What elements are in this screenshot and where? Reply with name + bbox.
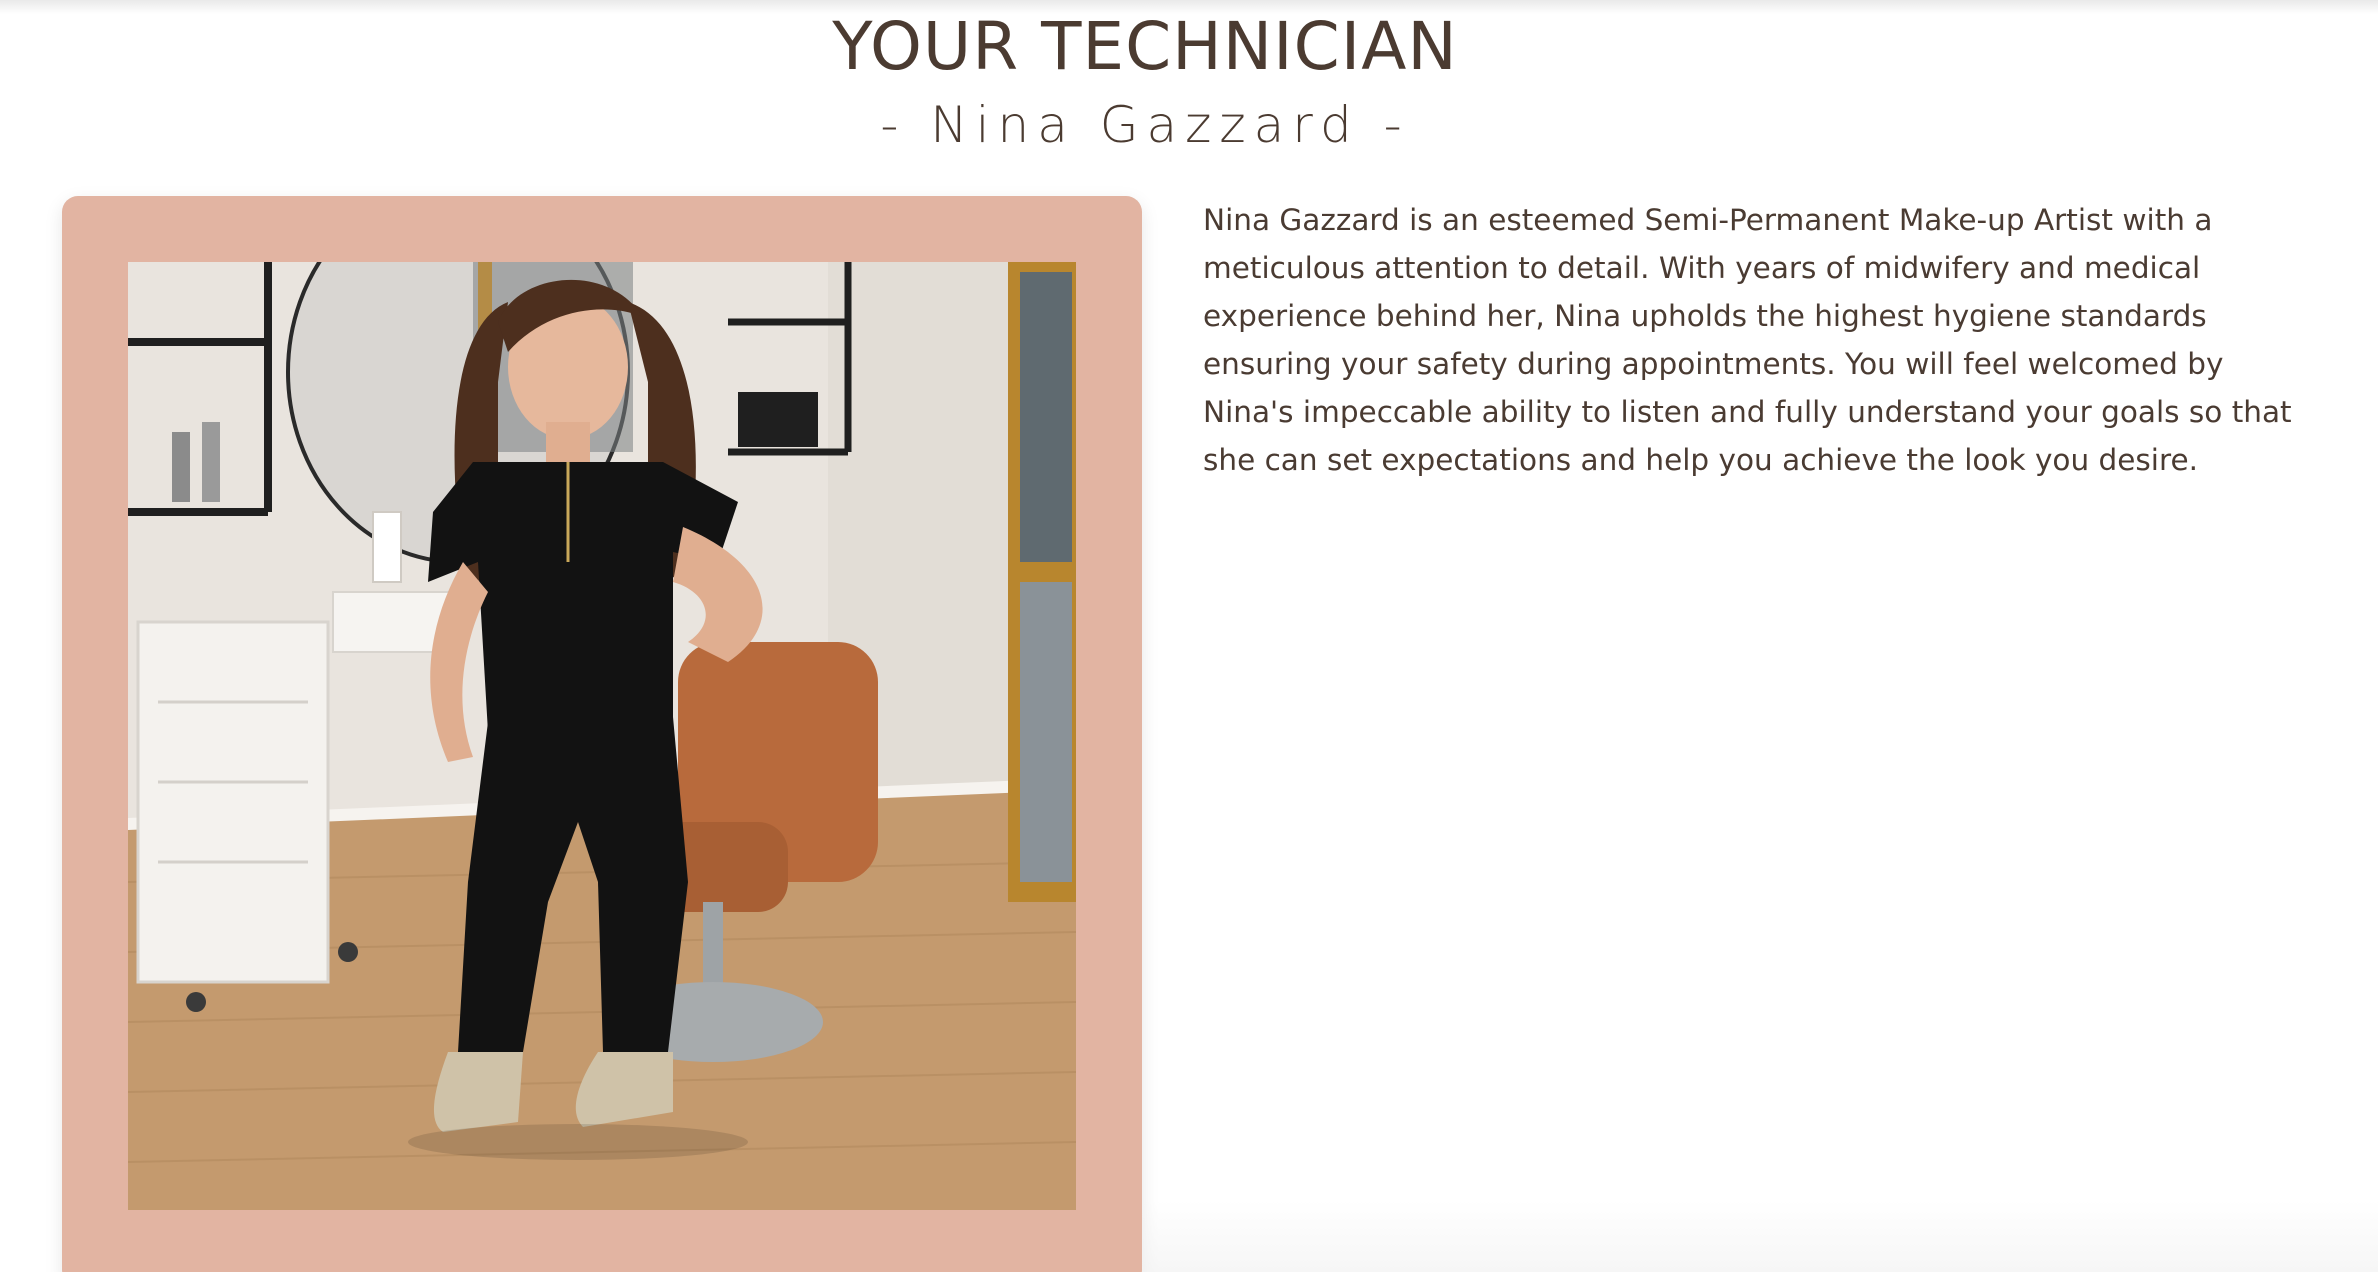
technician-name-subtitle: - Nina Gazzard - xyxy=(880,96,1410,154)
technician-photo xyxy=(128,262,1076,1210)
technician-bio: Nina Gazzard is an esteemed Semi-Permane… xyxy=(1203,203,2292,477)
technician-photo-illustration xyxy=(128,262,1076,1210)
section-title: YOUR TECHNICIAN xyxy=(832,8,1458,85)
bottom-shadow xyxy=(1142,1200,2378,1272)
photo-frame xyxy=(62,196,1142,1272)
